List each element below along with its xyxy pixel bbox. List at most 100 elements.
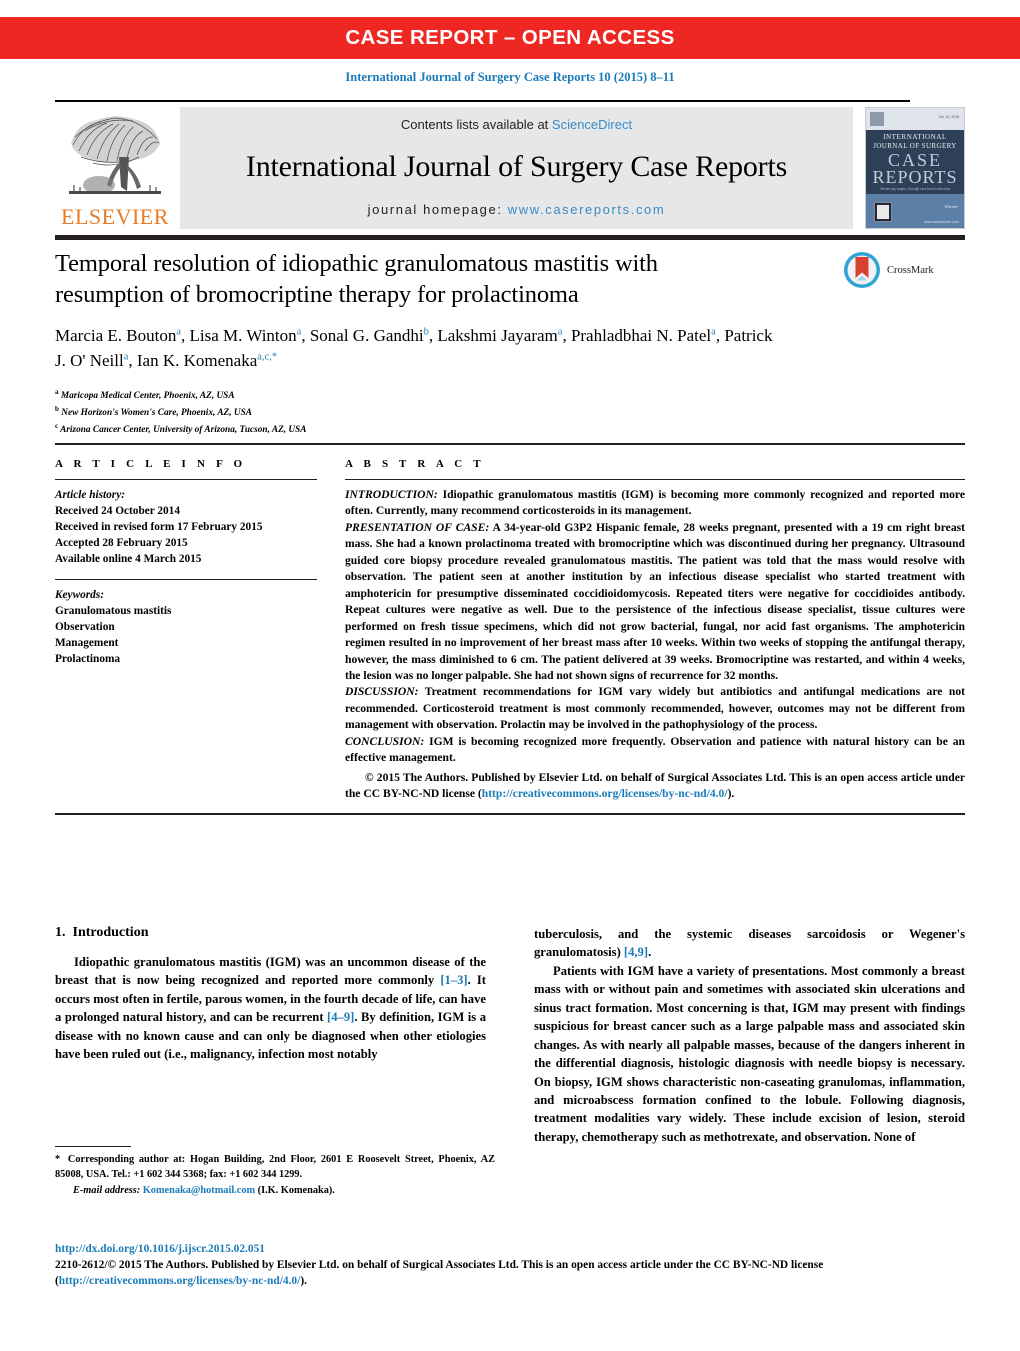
- citation-ref[interactable]: [4–9]: [327, 1010, 354, 1024]
- article-history-block: Article history: Received 24 October 201…: [55, 487, 317, 567]
- history-item: Accepted 28 February 2015: [55, 537, 188, 550]
- paragraph-text: tuberculosis, and the systemic diseases …: [534, 927, 965, 960]
- affiliations: a Maricopa Medical Center, Phoenix, AZ, …: [55, 387, 965, 438]
- keywords-rule: [55, 579, 317, 581]
- journal-citation-line: International Journal of Surgery Case Re…: [345, 70, 675, 84]
- abstract-body: INTRODUCTION: Idiopathic granulomatous m…: [345, 487, 965, 803]
- author-list: Marcia E. Boutona, Lisa M. Wintona, Sona…: [55, 326, 773, 370]
- journal-cover-thumbnail[interactable]: Vol. 10, 2015 INTERNATIONAL JOURNAL OF S…: [865, 107, 965, 229]
- email-address-label: E-mail address:: [73, 1184, 141, 1196]
- footnote-text: Corresponding author at: Hogan Building,…: [55, 1154, 495, 1181]
- keyword-item: Observation: [55, 621, 115, 634]
- homepage-link[interactable]: www.casereports.com: [508, 202, 666, 217]
- author-name[interactable]: Ian K. Komenaka: [137, 351, 257, 370]
- author-affil-mark: a: [296, 326, 302, 338]
- open-access-banner: CASE REPORT – OPEN ACCESS: [0, 17, 1020, 59]
- cover-reports-word: REPORTS: [872, 167, 958, 187]
- paragraph-text: Idiopathic granulomatous mastitis (IGM) …: [55, 955, 486, 988]
- paragraph: Idiopathic granulomatous mastitis (IGM) …: [55, 953, 486, 1064]
- cover-url-text: www.casereports.com: [923, 220, 959, 224]
- paragraph: Patients with IGM have a variety of pres…: [534, 963, 965, 1144]
- contents-available-line: Contents lists available at ScienceDirec…: [401, 117, 632, 132]
- body-left-column: 1. Introduction Idiopathic granulomatous …: [55, 925, 486, 1146]
- affiliation-item: c Arizona Cancer Center, University of A…: [55, 421, 965, 438]
- author-name[interactable]: Marcia E. Bouton: [55, 326, 176, 345]
- page-title: Temporal resolution of idiopathic granul…: [55, 250, 658, 309]
- footnote-email-line: E-mail address: Komenaka@hotmail.com (I.…: [55, 1183, 495, 1198]
- footnote-text-block: * Corresponding author at: Hogan Buildin…: [55, 1152, 495, 1198]
- affiliation-item: a Maricopa Medical Center, Phoenix, AZ, …: [55, 387, 965, 404]
- header-row: ELSEVIER Contents lists available at Sci…: [55, 107, 965, 229]
- article-info-rule: [55, 479, 317, 480]
- affiliation-mark: b: [55, 404, 59, 413]
- section-heading-introduction: 1. Introduction: [55, 925, 486, 941]
- elsevier-tree-icon: [69, 116, 161, 194]
- abstract-copyright-post: ).: [727, 787, 735, 801]
- affiliation-mark: a: [55, 387, 59, 396]
- cover-line-1: INTERNATIONAL: [883, 133, 947, 141]
- corresponding-author-footnote: * Corresponding author at: Hogan Buildin…: [55, 1146, 495, 1198]
- history-item: Received in revised form 17 February 201…: [55, 521, 263, 534]
- title-and-authors: Temporal resolution of idiopathic granul…: [55, 248, 965, 438]
- body-columns: 1. Introduction Idiopathic granulomatous …: [55, 925, 965, 1146]
- author-name[interactable]: Prahladbhai N. Patel: [571, 326, 711, 345]
- body-right-column: tuberculosis, and the systemic diseases …: [534, 925, 965, 1146]
- affiliation-item: b New Horizon's Women's Care, Phoenix, A…: [55, 404, 965, 421]
- issn-copyright-post: ).: [300, 1275, 307, 1288]
- section-title-text: Introduction: [72, 925, 149, 940]
- abstract-section-text: Treatment recommendations for IGM vary w…: [345, 685, 965, 732]
- journal-title: International Journal of Surgery Case Re…: [245, 150, 788, 183]
- email-attribution: (I.K. Komenaka).: [255, 1184, 335, 1196]
- cover-line-2: JOURNAL OF SURGERY: [873, 142, 957, 150]
- footer-license-link[interactable]: http://creativecommons.org/licenses/by-n…: [59, 1275, 301, 1287]
- journal-homepage-line: journal homepage: www.casereports.com: [368, 202, 666, 217]
- article-info-column: A R T I C L E I N F O Article history: R…: [55, 458, 317, 803]
- header-bottom-rule: [55, 235, 965, 240]
- paragraph-text: .: [648, 945, 652, 960]
- author-affil-mark: b: [423, 326, 429, 338]
- cover-crest-icon: [874, 202, 892, 222]
- info-abstract-block: A R T I C L E I N F O Article history: R…: [55, 443, 965, 815]
- citation-ref[interactable]: [4,9]: [624, 945, 648, 959]
- citation-ref[interactable]: [1–3]: [440, 973, 467, 987]
- history-item: Received 24 October 2014: [55, 505, 180, 518]
- footnote-star: *: [55, 1154, 61, 1165]
- abstract-section-text: IGM is becoming recognized more frequent…: [345, 734, 965, 765]
- sciencedirect-link[interactable]: ScienceDirect: [552, 117, 632, 132]
- author-affil-mark: a: [176, 326, 182, 338]
- abstract-copyright: © 2015 The Authors. Published by Elsevie…: [345, 770, 965, 803]
- email-link[interactable]: Komenaka@hotmail.com: [143, 1185, 255, 1196]
- author-name[interactable]: Lisa M. Winton: [190, 326, 297, 345]
- journal-header: ELSEVIER Contents lists available at Sci…: [55, 100, 965, 240]
- abstract-section-lead: DISCUSSION:: [345, 685, 419, 699]
- crossmark-badge[interactable]: CrossMark: [843, 250, 955, 290]
- crossmark-label: CrossMark: [887, 264, 934, 276]
- keyword-item: Management: [55, 637, 119, 650]
- cover-elsevier-mini-logo-icon: [870, 112, 884, 126]
- issn-copyright-line: 2210-2612/© 2015 The Authors. Published …: [55, 1257, 965, 1289]
- info-abstract-top-rule: [55, 443, 965, 445]
- keyword-item: Granulomatous mastitis: [55, 605, 172, 618]
- affiliation-text: New Horizon's Women's Care, Phoenix, AZ,…: [61, 407, 252, 418]
- author-name[interactable]: Lakshmi Jayaram: [437, 326, 557, 345]
- keywords-block: Keywords: Granulomatous mastitis Observa…: [55, 587, 317, 667]
- doi-link[interactable]: http://dx.doi.org/10.1016/j.ijscr.2015.0…: [55, 1243, 965, 1255]
- article-history-label: Article history:: [55, 489, 125, 501]
- keyword-item: Prolactinoma: [55, 653, 121, 666]
- affiliation-text: Maricopa Medical Center, Phoenix, AZ, US…: [60, 390, 235, 401]
- elsevier-logo: ELSEVIER: [55, 107, 175, 229]
- affiliation-mark: c: [55, 421, 59, 430]
- cover-brand-text: Elsevier: [944, 204, 958, 209]
- author-name[interactable]: Sonal G. Gandhi: [310, 326, 424, 345]
- abstract-section-text: A 34-year-old G3P2 Hispanic female, 28 w…: [345, 520, 965, 682]
- paragraph-continued: tuberculosis, and the systemic diseases …: [534, 925, 965, 962]
- author-affil-mark: a: [557, 326, 563, 338]
- abstract-section-text: Idiopathic granulomatous mastitis (IGM) …: [345, 488, 965, 518]
- abstract-heading: A B S T R A C T: [345, 458, 485, 470]
- abstract-license-link[interactable]: http://creativecommons.org/licenses/by-n…: [482, 787, 728, 800]
- contents-prefix: Contents lists available at: [400, 117, 552, 132]
- homepage-prefix: journal homepage:: [367, 202, 508, 217]
- banner-label: CASE REPORT – OPEN ACCESS: [345, 26, 675, 49]
- cover-subtitle: Advancing surgery through case based edu…: [879, 187, 951, 191]
- section-number: 1.: [55, 925, 66, 940]
